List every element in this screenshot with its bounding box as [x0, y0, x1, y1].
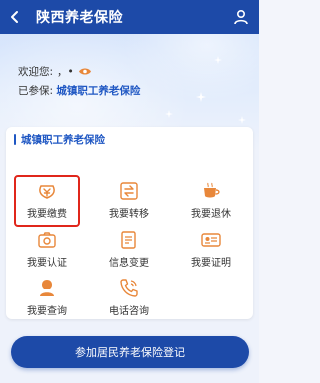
insured-line: 已参保: 城镇职工养老保险 — [18, 83, 140, 98]
service-label: 我要认证 — [27, 258, 67, 269]
user-icon — [234, 9, 248, 25]
top-bar: 陕西养老保险 — [0, 0, 259, 34]
sparkle-icon — [238, 116, 246, 124]
sparkle-icon — [196, 92, 206, 102]
service-label: 我要退休 — [191, 209, 231, 220]
back-button[interactable] — [0, 0, 30, 34]
service-retire[interactable]: 我要退休 — [178, 180, 244, 222]
user-profile-button[interactable] — [229, 5, 253, 29]
verify-icon — [36, 229, 58, 251]
resident-pension-register-button[interactable]: 参加居民养老保险登记 — [11, 336, 249, 368]
welcome-label: 欢迎您: — [18, 66, 54, 78]
query-icon — [36, 277, 58, 299]
info-change-icon — [118, 229, 140, 251]
eye-icon[interactable] — [78, 67, 92, 76]
service-label: 我要查询 — [27, 306, 67, 317]
service-phone[interactable]: 电话咨询 — [96, 277, 162, 319]
retire-icon — [200, 180, 222, 202]
service-grid: 我要缴费 我要转移 我要退休 我要认证 信息变更 我要证明 我要查询 电话咨询 — [6, 149, 253, 319]
app-page: 陕西养老保险 欢迎您: ，• 已参保: 城镇职工养老保险 城镇职工养老保险 我要… — [0, 0, 259, 383]
service-label: 我要转移 — [109, 209, 149, 220]
card-title: 城镇职工养老保险 — [21, 134, 105, 146]
card-header: 城镇职工养老保险 — [14, 132, 105, 147]
service-label: 我要证明 — [191, 258, 231, 269]
insured-type: 城镇职工养老保险 — [56, 85, 141, 97]
service-verify[interactable]: 我要认证 — [14, 229, 80, 271]
service-info-change[interactable]: 信息变更 — [96, 229, 162, 271]
sparkle-icon — [165, 110, 173, 118]
service-label: 电话咨询 — [109, 306, 149, 317]
insured-label: 已参保: — [18, 85, 54, 97]
certificate-icon — [200, 229, 222, 251]
service-payment[interactable]: 我要缴费 — [14, 180, 80, 222]
welcome-name: ，• — [57, 66, 74, 78]
service-certificate[interactable]: 我要证明 — [178, 229, 244, 271]
service-transfer[interactable]: 我要转移 — [96, 180, 162, 222]
service-label: 信息变更 — [109, 258, 149, 269]
sparkle-icon — [214, 56, 222, 64]
welcome-line: 欢迎您: ，• — [18, 64, 92, 79]
header-accent-bar — [14, 134, 16, 145]
phone-icon — [118, 277, 140, 299]
transfer-icon — [118, 180, 140, 202]
page-title: 陕西养老保险 — [36, 10, 123, 26]
service-card: 城镇职工养老保险 我要缴费 我要转移 我要退休 我要认证 信息变更 我要证明 我… — [6, 127, 253, 319]
chevron-left-icon — [11, 11, 18, 23]
service-query[interactable]: 我要查询 — [14, 277, 80, 319]
payment-icon — [36, 180, 58, 202]
service-label: 我要缴费 — [27, 209, 67, 220]
